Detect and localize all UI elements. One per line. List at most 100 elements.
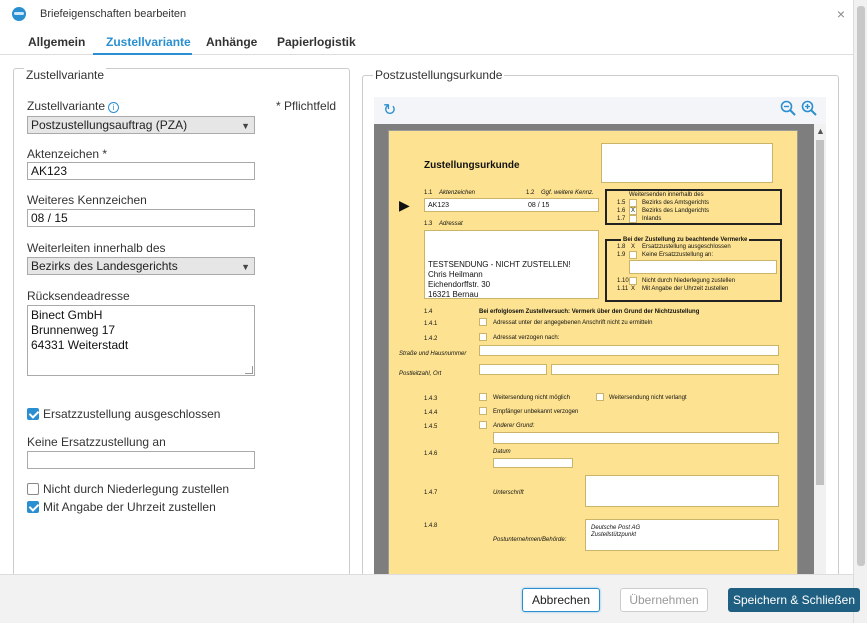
weiteres-kennzeichen-input[interactable]: 08 / 15 [27,209,255,227]
mit-uhrzeit-checkbox[interactable] [27,501,39,513]
button-bar: Abbrechen Übernehmen Speichern & Schließ… [0,574,860,623]
doc-s143a: Weitersendung nicht möglich [493,395,570,401]
doc-strasse-box [479,345,779,356]
title-bar: Briefeigenschaften bearbeiten × [0,0,867,28]
doc-number: 1.4.6 [424,451,438,457]
refresh-icon[interactable]: ↻ [383,100,396,120]
doc-checkbox [629,251,637,259]
doc-checkbox [629,215,637,223]
doc-vermerke-title: Bei der Zustellung zu beachtende Vermerk… [621,237,750,243]
doc-ort-box [551,364,779,375]
apply-button[interactable]: Übernehmen [620,588,708,612]
scroll-up-icon[interactable]: ▲ [816,126,825,136]
doc-v-1: Ersatzzustellung ausgeschlossen [642,244,731,250]
zoom-in-icon[interactable] [801,100,817,121]
doc-adressat-line: 16321 Bernau [428,290,479,299]
doc-postunternehmen-label: Postunternehmen/Behörde: [493,537,567,543]
doc-number: 1.4.8 [424,523,438,529]
doc-aktenzeichen-box [424,198,599,212]
form-legend: Zustellvariante [24,68,107,82]
doc-ws-2: Bezirks des Landgerichts [642,208,710,214]
ersatzzustellung-ausgeschlossen-checkbox[interactable] [27,408,39,420]
close-icon[interactable]: × [837,6,845,22]
tab-bar: Allgemein Zustellvariante Anhänge Papier… [0,28,853,55]
doc-checkbox [479,333,487,341]
preview-legend: Postzustellungsurkunde [373,68,505,82]
doc-adressat-line: Eichendorffstr. 30 [428,280,491,289]
doc-s14: Bei erfolglosem Zustellversuch: Vermerk … [479,309,700,315]
window-scrollbar[interactable] [853,0,867,623]
zustellvariante-select[interactable]: Postzustellungsauftrag (PZA) ▼ [27,116,255,134]
doc-plz-box [479,364,547,375]
doc-title: Zustellungsurkunde [424,160,520,171]
tab-papierlogistik[interactable]: Papierlogistik [277,35,356,49]
doc-checkbox-mark: X [631,244,636,250]
info-icon[interactable]: i [108,102,120,113]
doc-number: 1.4 [424,309,433,315]
weiterleiten-label: Weiterleiten innerhalb des [27,241,166,255]
nicht-niederlegung-label: Nicht durch Niederlegung zustellen [43,482,230,496]
ruecksendeadresse-textarea[interactable]: Binect GmbH Brunnenweg 17 64331 Weiterst… [27,305,255,376]
doc-s144: Empfänger unbekannt verzogen [493,409,579,415]
doc-v-2: Keine Ersatzzustellung an: [642,252,714,258]
address-line: Binect GmbH [31,308,103,322]
doc-number: 1.4.3 [424,396,438,402]
tab-anhaenge[interactable]: Anhänge [206,35,257,49]
app-logo-icon [12,7,26,21]
keine-ersatzzustellung-input[interactable] [27,451,255,469]
doc-unterschrift-label: Unterschrift [493,490,524,496]
tab-zustellvariante[interactable]: Zustellvariante [106,35,191,49]
tab-allgemein[interactable]: Allgemein [28,35,85,49]
chevron-down-icon: ▼ [241,121,250,131]
doc-number: 1.2 [526,190,535,196]
nicht-niederlegung-checkbox[interactable] [27,483,39,495]
window-scrollbar-thumb[interactable] [857,6,865,566]
doc-weitersenden-title: Weitersenden innerhalb des [629,192,704,198]
address-line: 64331 Weiterstadt [31,338,129,352]
doc-s141: Adressat unter der angegebenen Anschrift… [493,320,653,326]
doc-datum-box [493,458,573,468]
doc-s143b: Weitersendung nicht verlangt [609,395,687,401]
doc-number: 1.7 [617,216,626,222]
doc-checkbox-mark: X [631,286,636,292]
viewer-scrollbar-thumb[interactable] [816,140,824,485]
mit-uhrzeit-label: Mit Angabe der Uhrzeit zustellen [43,500,216,514]
aktenzeichen-input[interactable]: AK123 [27,162,255,180]
doc-number: 1.4.1 [424,321,438,327]
doc-adressat-label: Adressat [439,221,463,227]
doc-number: 1.10 [617,278,629,284]
doc-v-4: Mit Angabe der Uhrzeit zustellen [642,286,729,292]
zustellvariante-value: Postzustellungsauftrag (PZA) [31,118,188,132]
doc-number: 1.9 [617,252,626,258]
doc-checkbox [479,318,487,326]
doc-kennz-label: Ggf. weitere Kennz. [541,190,594,196]
required-note: * Pflichtfeld [276,99,337,113]
doc-kennz-value: 08 / 15 [528,202,550,209]
document-page: Zustellungsurkunde 1.1 Aktenzeichen 1.2 … [388,130,798,590]
active-tab-indicator [93,53,192,55]
doc-checkbox [596,393,604,401]
resize-handle-icon[interactable] [245,366,253,374]
weiterleiten-select[interactable]: Bezirks des Landesgerichts ▼ [27,257,255,275]
doc-checkbox [479,393,487,401]
doc-strasse-label: Straße und Hausnummer [399,351,467,357]
doc-checkbox [479,421,487,429]
doc-adressat-line: TESTSENDUNG - NICHT ZUSTELLEN! [428,260,571,269]
doc-stamp-box [601,143,773,183]
ersatzzustellung-ausgeschlossen-label: Ersatzzustellung ausgeschlossen [43,407,221,421]
viewer-scrollbar[interactable]: ▲ [814,124,826,574]
cancel-button[interactable]: Abbrechen [522,588,600,612]
save-and-close-button[interactable]: Speichern & Schließen [728,588,860,612]
weiteres-kennzeichen-label: Weiteres Kennzeichen [27,193,147,207]
doc-keine-ersatz-box [629,260,777,274]
doc-number: 1.3 [424,221,433,227]
doc-ws-1: Bezirks des Amtsgerichts [642,200,710,206]
zoom-out-icon[interactable] [780,100,796,121]
doc-aktenzeichen-value: AK123 [428,202,450,209]
doc-s142: Adressat verzogen nach: [493,335,560,341]
doc-number: 1.5 [617,200,626,206]
weiterleiten-value: Bezirks des Landesgerichts [31,259,178,273]
doc-s145: Anderer Grund: [493,423,535,429]
doc-number: 1.4.7 [424,490,438,496]
doc-checkbox-mark: X [631,208,636,214]
